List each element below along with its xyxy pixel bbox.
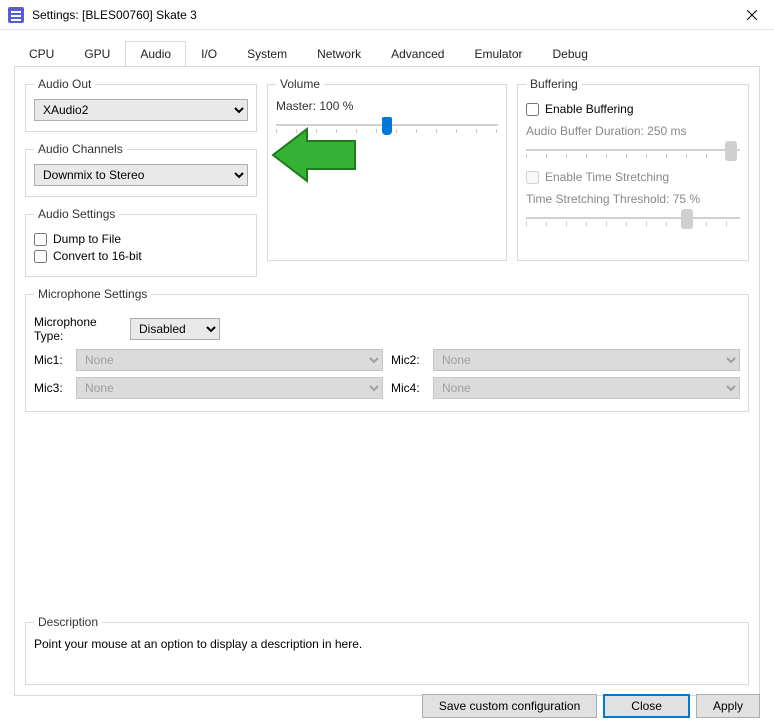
window-title: Settings: [BLES00760] Skate 3 [32,8,729,22]
stretch-threshold-slider [526,208,740,228]
dialog-buttons: Save custom configuration Close Apply [422,694,760,718]
audio-out-group: Audio Out XAudio2 [25,77,257,132]
mic4-select: None [433,377,740,399]
audio-settings-legend: Audio Settings [34,207,119,221]
convert-16bit-checkbox[interactable] [34,250,47,263]
titlebar: Settings: [BLES00760] Skate 3 [0,0,774,30]
mic2-label: Mic2: [391,353,425,367]
tab-advanced[interactable]: Advanced [376,41,459,67]
close-window-button[interactable] [729,0,774,30]
audio-out-select[interactable]: XAudio2 [34,99,248,121]
buffering-group: Buffering Enable Buffering Audio Buffer … [517,77,749,261]
mic1-select: None [76,349,383,371]
stretch-threshold-label: Time Stretching Threshold: 75 % [526,192,740,206]
convert-16bit-row[interactable]: Convert to 16-bit [34,249,248,263]
audio-out-legend: Audio Out [34,77,95,91]
buffering-legend: Buffering [526,77,582,91]
master-volume-slider[interactable] [276,115,498,135]
audio-channels-legend: Audio Channels [34,142,127,156]
enable-buffering-checkbox[interactable] [526,103,539,116]
master-volume-thumb[interactable] [382,117,392,135]
enable-buffering-label: Enable Buffering [545,102,634,116]
close-button[interactable]: Close [603,694,690,718]
tab-audio[interactable]: Audio [125,41,186,67]
tab-io[interactable]: I/O [186,41,232,67]
audio-channels-group: Audio Channels Downmix to Stereo [25,142,257,197]
audio-channels-select[interactable]: Downmix to Stereo [34,164,248,186]
tab-emulator[interactable]: Emulator [459,41,537,67]
tabbar: CPU GPU Audio I/O System Network Advance… [14,41,760,67]
tab-network[interactable]: Network [302,41,376,67]
enable-buffering-row[interactable]: Enable Buffering [526,102,740,116]
description-legend: Description [34,615,102,629]
microphone-group: Microphone Settings Microphone Type: Dis… [25,287,749,412]
volume-legend: Volume [276,77,324,91]
convert-16bit-label: Convert to 16-bit [53,249,142,263]
mic4-label: Mic4: [391,381,425,395]
tab-content-audio: Audio Out XAudio2 Audio Channels Downmix… [14,66,760,696]
dump-to-file-row[interactable]: Dump to File [34,232,248,246]
master-volume-label: Master: 100 % [276,99,498,113]
mic3-label: Mic3: [34,381,68,395]
mic-type-select[interactable]: Disabled [130,318,220,340]
save-config-button[interactable]: Save custom configuration [422,694,597,718]
volume-group: Volume Master: 100 % [267,77,507,261]
mic1-label: Mic1: [34,353,68,367]
apply-button[interactable]: Apply [696,694,760,718]
tab-cpu[interactable]: CPU [14,41,69,67]
time-stretch-row: Enable Time Stretching [526,170,740,184]
description-group: Description Point your mouse at an optio… [25,615,749,685]
dump-to-file-label: Dump to File [53,232,121,246]
tab-debug[interactable]: Debug [538,41,603,67]
mic-type-label: Microphone Type: [34,315,124,343]
stretch-threshold-thumb [681,209,693,229]
mic3-select: None [76,377,383,399]
close-icon [747,10,757,20]
audio-settings-group: Audio Settings Dump to File Convert to 1… [25,207,257,277]
mic2-select: None [433,349,740,371]
app-icon [8,7,24,23]
tab-gpu[interactable]: GPU [69,41,125,67]
time-stretch-label: Enable Time Stretching [545,170,669,184]
microphone-legend: Microphone Settings [34,287,151,301]
buffer-duration-label: Audio Buffer Duration: 250 ms [526,124,740,138]
buffer-duration-slider[interactable] [526,140,740,160]
tab-system[interactable]: System [232,41,302,67]
description-text: Point your mouse at an option to display… [34,637,740,651]
dump-to-file-checkbox[interactable] [34,233,47,246]
time-stretch-checkbox [526,171,539,184]
buffer-duration-thumb[interactable] [725,141,737,161]
